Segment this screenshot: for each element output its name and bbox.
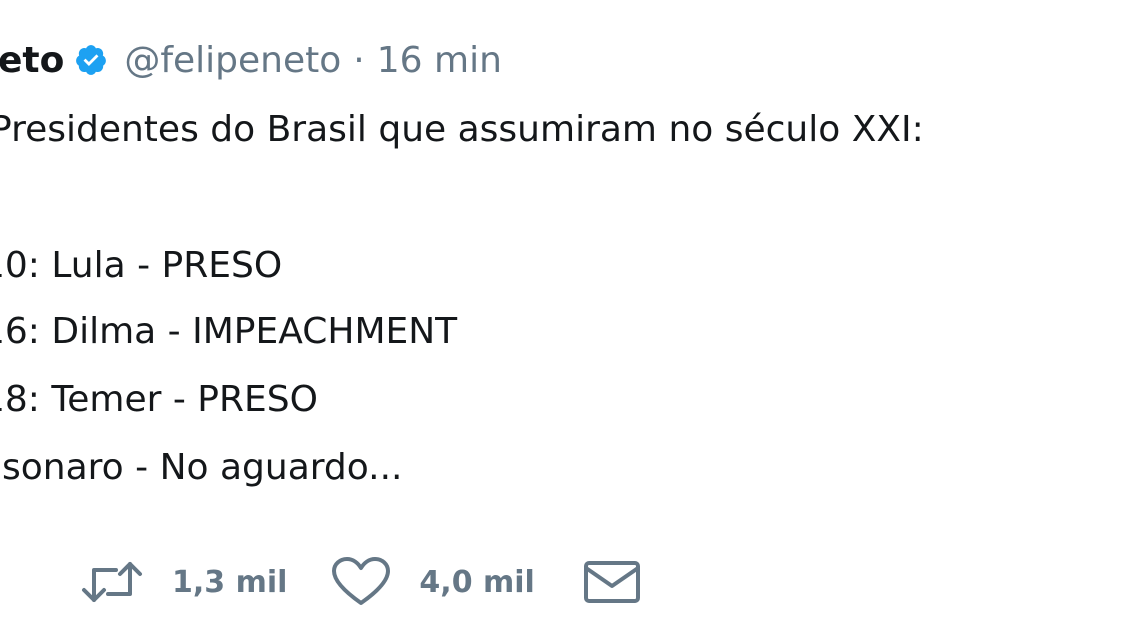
- envelope-icon: [583, 560, 641, 604]
- tweet-text-line-5: lsonaro - No aguardo...: [0, 447, 403, 488]
- separator-dot: ·: [353, 39, 365, 81]
- like-button[interactable]: 4,0 mil: [331, 557, 535, 607]
- direct-message-button[interactable]: [583, 560, 641, 604]
- tweet-timestamp[interactable]: 16 min: [377, 40, 502, 81]
- tweet-actions: 1,3 mil 4,0 mil: [80, 552, 641, 612]
- retweet-button[interactable]: 1,3 mil: [80, 560, 287, 604]
- like-count: 4,0 mil: [419, 564, 535, 600]
- verified-badge-icon: [74, 43, 108, 77]
- author-name[interactable]: eto: [0, 40, 64, 81]
- tweet-text-line-2: 10: Lula - PRESO: [0, 245, 283, 286]
- tweet-header: eto @felipeneto · 16 min: [0, 32, 502, 88]
- tweet-text-line-3: 16: Dilma - IMPEACHMENT: [0, 311, 458, 352]
- tweet-text-line-4: 18: Temer - PRESO: [0, 379, 318, 420]
- retweet-icon: [80, 560, 144, 604]
- retweet-count: 1,3 mil: [172, 564, 288, 600]
- heart-icon: [331, 557, 391, 607]
- tweet-text-line-1: Presidentes do Brasil que assumiram no s…: [0, 109, 924, 150]
- author-handle[interactable]: @felipeneto: [124, 40, 341, 81]
- tweet-card: eto @felipeneto · 16 min Presidentes do …: [0, 0, 1140, 632]
